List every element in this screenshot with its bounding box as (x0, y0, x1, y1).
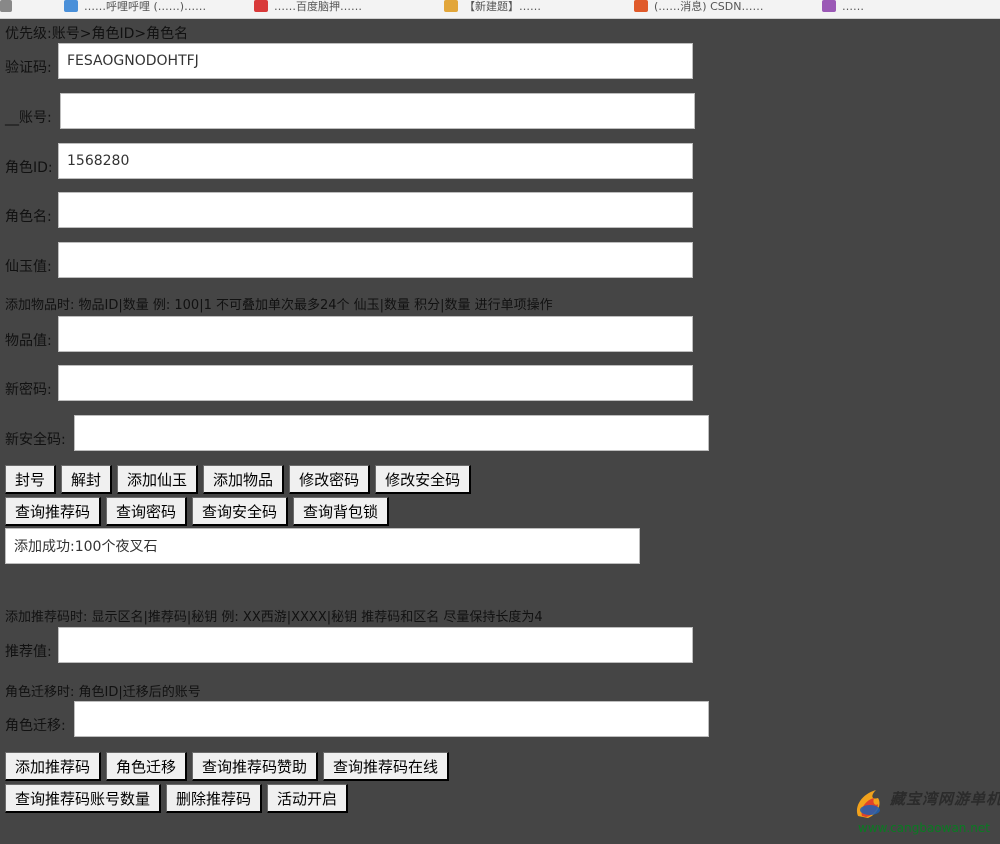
bookmark-icon (64, 0, 78, 12)
menu-icon[interactable] (0, 0, 12, 12)
watermark-title: 藏宝湾网游单机 (890, 790, 1000, 808)
flame-logo-icon (856, 790, 880, 818)
new-security-label: 新安全码: (5, 432, 66, 448)
role-name-label: 角色名: (5, 209, 52, 225)
bookmark-item[interactable]: …… (822, 0, 864, 13)
item-label: 物品值: (5, 333, 52, 349)
button-row-1: 封号 解封 添加仙玉 添加物品 修改密码 修改安全码 (5, 465, 472, 494)
code-input[interactable] (58, 43, 693, 79)
bookmark-label: ……百度脑押…… (274, 0, 362, 13)
query-security-button[interactable]: 查询安全码 (192, 497, 289, 526)
new-password-label: 新密码: (5, 382, 52, 398)
bookmark-icon (822, 0, 836, 12)
bookmark-label: ……呼哩呼哩 (……)…… (84, 0, 207, 13)
bookmark-label: 【新建题】…… (464, 0, 541, 13)
bookmark-icon (634, 0, 648, 12)
jade-label: 仙玉值: (5, 259, 52, 275)
delete-referral-button[interactable]: 删除推荐码 (166, 784, 263, 813)
add-item-button[interactable]: 添加物品 (203, 465, 285, 494)
priority-note: 优先级:账号>角色ID>角色名 (5, 26, 189, 42)
query-referral-sponsor-button[interactable]: 查询推荐码赞助 (192, 752, 319, 781)
bookmark-item[interactable]: ……百度脑押…… (254, 0, 362, 13)
query-bag-lock-button[interactable]: 查询背包锁 (293, 497, 390, 526)
account-label: __账号: (5, 110, 52, 126)
code-label: 验证码: (5, 60, 52, 76)
referral-input[interactable] (58, 627, 693, 663)
jade-input[interactable] (58, 242, 693, 278)
unban-button[interactable]: 解封 (61, 465, 113, 494)
change-password-button[interactable]: 修改密码 (289, 465, 371, 494)
role-id-label: 角色ID: (5, 160, 53, 176)
watermark-url: www.cangbaowan.net (858, 821, 990, 835)
button-row-3: 添加推荐码 角色迁移 查询推荐码赞助 查询推荐码在线 (5, 752, 450, 781)
gm-panel: 优先级:账号>角色ID>角色名 验证码: __账号: 角色ID: 角色名: 仙玉… (5, 18, 1000, 844)
site-watermark: 藏宝湾网游单机 www.cangbaowan.net (852, 786, 1000, 844)
item-input[interactable] (58, 316, 693, 352)
bookmark-label: (……消息) CSDN…… (654, 0, 764, 13)
query-referral-button[interactable]: 查询推荐码 (5, 497, 102, 526)
add-jade-button[interactable]: 添加仙玉 (117, 465, 199, 494)
bookmark-icon (254, 0, 268, 12)
bookmark-item[interactable]: (……消息) CSDN…… (634, 0, 764, 13)
add-referral-button[interactable]: 添加推荐码 (5, 752, 102, 781)
role-id-input[interactable] (58, 143, 693, 179)
bookmarks-bar: ……呼哩呼哩 (……)…… ……百度脑押…… 【新建题】…… (……消息) CS… (0, 0, 1000, 19)
bookmark-item[interactable]: 【新建题】…… (444, 0, 541, 13)
bookmark-item[interactable]: ……呼哩呼哩 (……)…… (64, 0, 207, 13)
migrate-input[interactable] (74, 701, 709, 737)
new-security-input[interactable] (74, 415, 709, 451)
bookmark-label: …… (842, 0, 864, 13)
role-name-input[interactable] (58, 192, 693, 228)
ban-button[interactable]: 封号 (5, 465, 57, 494)
role-migrate-button[interactable]: 角色迁移 (106, 752, 188, 781)
referral-label: 推荐值: (5, 644, 52, 660)
change-security-button[interactable]: 修改安全码 (375, 465, 472, 494)
query-password-button[interactable]: 查询密码 (106, 497, 188, 526)
activity-on-button[interactable]: 活动开启 (267, 784, 349, 813)
button-row-4: 查询推荐码账号数量 删除推荐码 活动开启 (5, 784, 349, 813)
button-row-2: 查询推荐码 查询密码 查询安全码 查询背包锁 (5, 497, 390, 526)
query-referral-accounts-button[interactable]: 查询推荐码账号数量 (5, 784, 162, 813)
item-hint: 添加物品时: 物品ID|数量 例: 100|1 不可叠加单次最多24个 仙玉|数… (5, 298, 553, 313)
account-input[interactable] (60, 93, 695, 129)
new-password-input[interactable] (58, 365, 693, 401)
query-referral-online-button[interactable]: 查询推荐码在线 (323, 752, 450, 781)
result-output[interactable] (5, 528, 640, 564)
migrate-label: 角色迁移: (5, 718, 66, 734)
referral-hint: 添加推荐码时: 显示区名|推荐码|秘钥 例: XX西游|XXXX|秘钥 推荐码和… (5, 610, 543, 625)
migrate-hint: 角色迁移时: 角色ID|迁移后的账号 (5, 685, 201, 700)
bookmark-icon (444, 0, 458, 12)
